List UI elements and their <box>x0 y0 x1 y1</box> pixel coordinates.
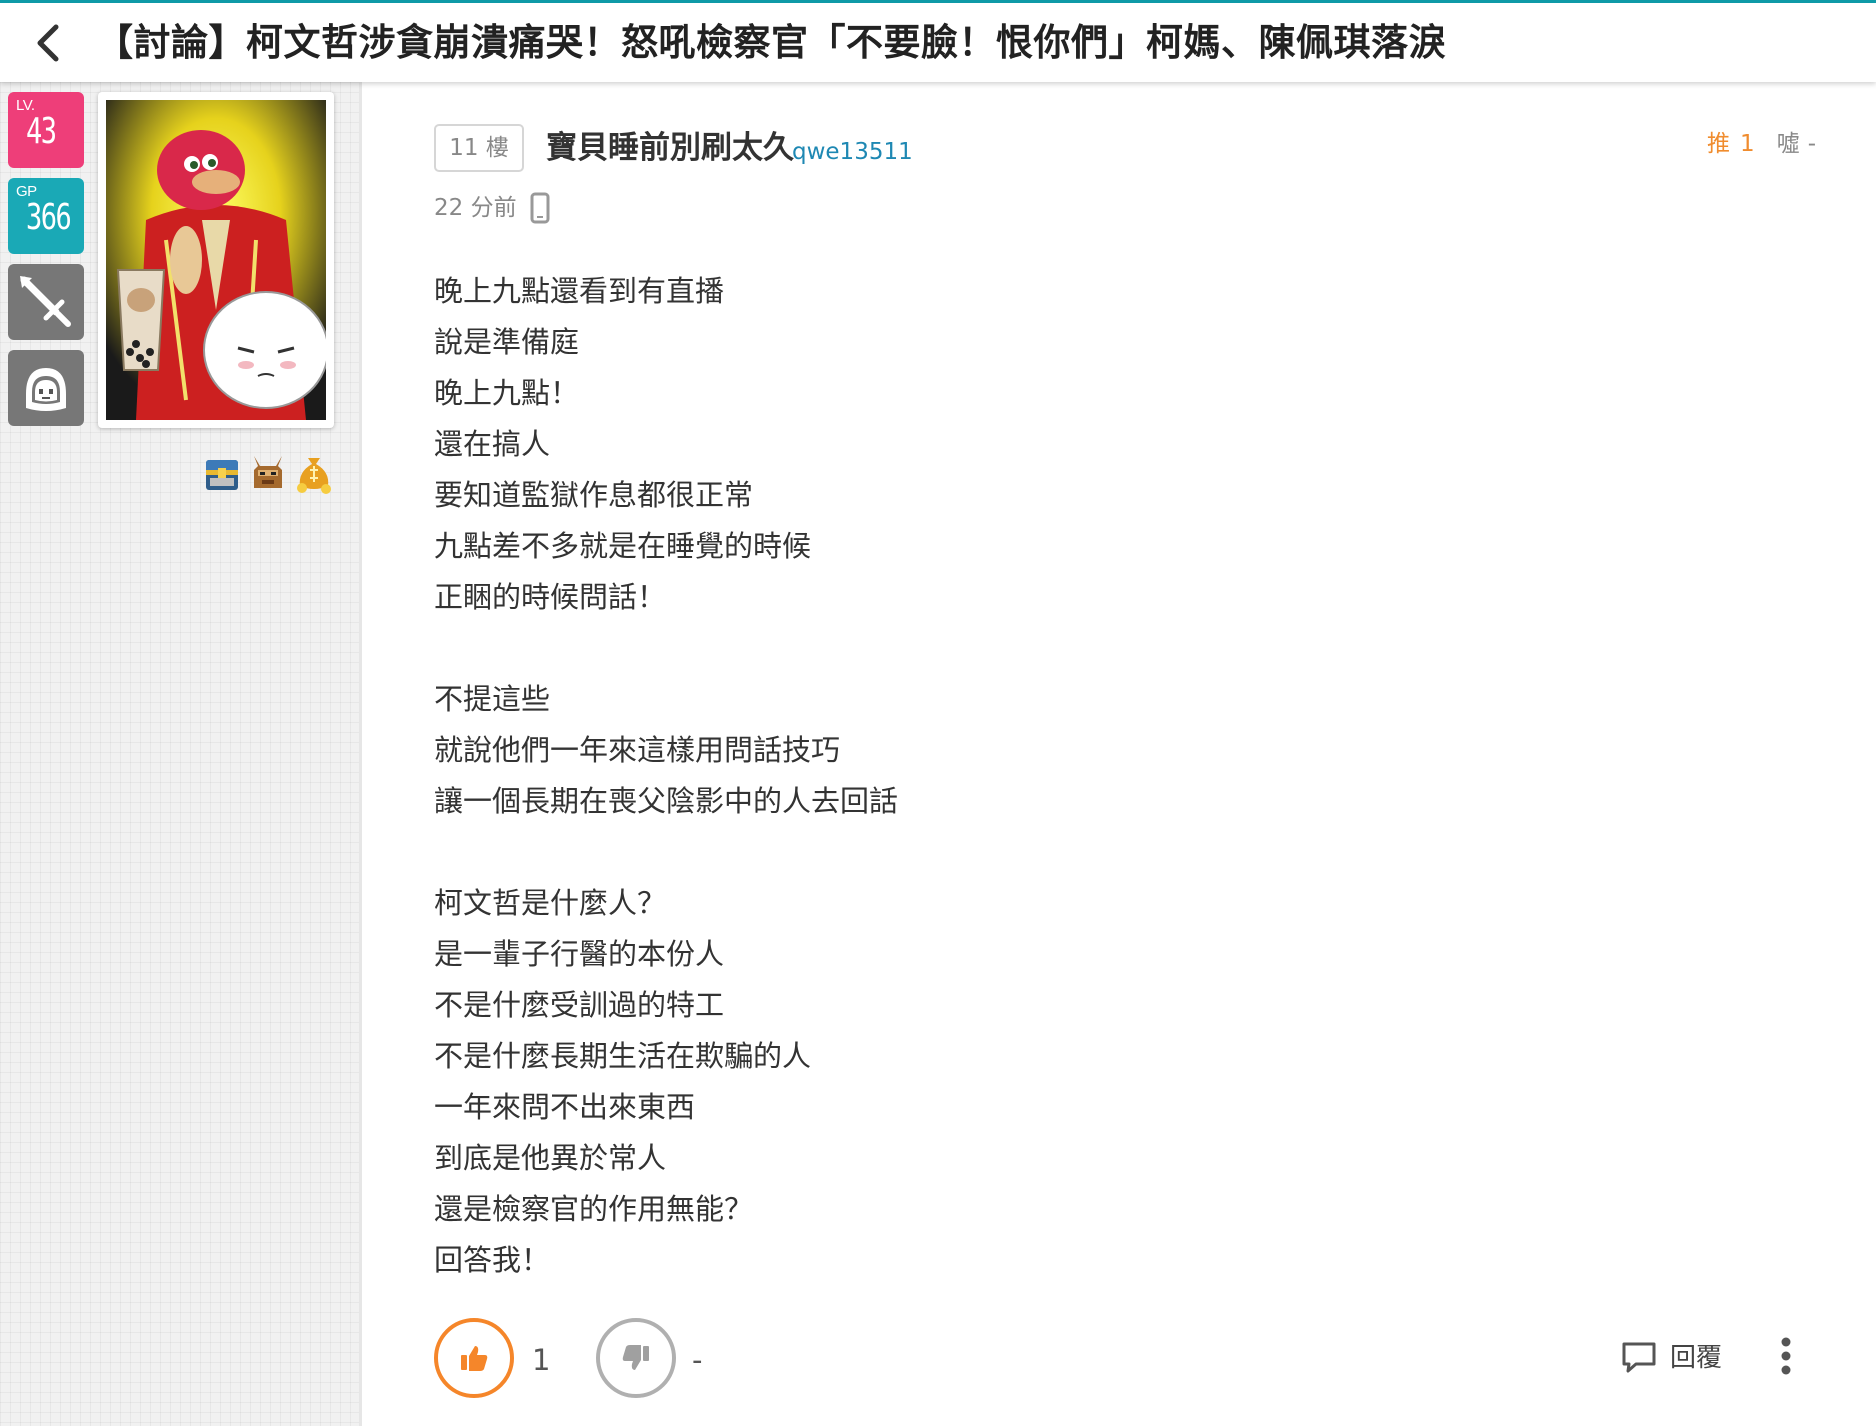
post-text-line: 不是什麼長期生活在欺騙的人 <box>434 1039 812 1073</box>
character-face-icon <box>26 368 66 411</box>
vote-summary: 推1噓- <box>1707 124 1816 164</box>
like-count: 1 <box>532 1343 551 1377</box>
top-bar: 【討論】柯文哲涉貪崩潰痛哭！怒吼檢察官「不要臉！恨你們」柯媽、陳佩琪落淚 <box>0 0 1876 82</box>
mobile-phone-icon <box>530 192 550 224</box>
dislike-button[interactable] <box>596 1318 676 1398</box>
back-button[interactable] <box>28 19 68 67</box>
author-sidebar: LV. 43 GP 366 <box>0 82 362 1426</box>
horned-mask-icon[interactable] <box>248 452 288 494</box>
gold-bag-icon[interactable] <box>294 452 334 494</box>
post-text-line: 柯文哲是什麼人？ <box>434 886 667 920</box>
post-text-line: 還是檢察官的作用無能？ <box>434 1192 754 1226</box>
job-badge[interactable] <box>8 264 84 340</box>
floor-badge[interactable]: 11 樓 <box>434 124 524 172</box>
post-text-line: 要知道監獄作息都很正常 <box>434 478 754 512</box>
speech-bubble-icon <box>1622 1342 1656 1373</box>
post-text-line: 到底是他異於常人 <box>434 1141 667 1175</box>
author-id-link[interactable]: qwe13511 <box>792 132 913 172</box>
sword-icon <box>20 276 71 327</box>
post-text-line: 還在搞人 <box>434 427 551 461</box>
more-options-button[interactable] <box>1774 1334 1798 1378</box>
thumbs-down-icon <box>622 1345 649 1370</box>
post-text-line: 是一輩子行醫的本份人 <box>434 937 725 971</box>
post-text-line: 一年來問不出來東西 <box>434 1090 696 1124</box>
thread-title: 【討論】柯文哲涉貪崩潰痛哭！怒吼檢察官「不要臉！恨你們」柯媽、陳佩琪落淚 <box>96 21 1446 64</box>
push-label[interactable]: 推 <box>1707 131 1730 157</box>
avatar <box>106 100 326 420</box>
achievement-icons <box>202 452 338 496</box>
post-text-line: 正睏的時候問話！ <box>434 580 667 614</box>
post-text-line: 不提這些 <box>434 682 551 716</box>
level-badge: LV. 43 <box>8 92 84 168</box>
post-text-line: 晚上九點還看到有直播 <box>434 274 725 308</box>
push-count: 1 <box>1740 131 1755 157</box>
reply-label: 回覆 <box>1670 1343 1723 1373</box>
chevron-left-icon <box>37 24 59 62</box>
post-text-line: 就說他們一年來這樣用問話技巧 <box>434 733 841 767</box>
avatar-card[interactable] <box>98 92 334 428</box>
post-body: 晚上九點還看到有直播 說是準備庭晚上九點！ 還在搞人要知道監獄作息都很正常九點差不多… <box>434 266 1734 1286</box>
gp-badge: GP 366 <box>8 178 84 254</box>
post-card: 11 樓 寶貝睡前別刷太久 qwe13511 推1噓- 22 分前 晚上九點還看… <box>362 82 1876 1426</box>
post-text-line: 讓一個長期在喪父陰影中的人去回話 <box>434 784 899 818</box>
boo-label[interactable]: 噓 <box>1777 131 1800 157</box>
character-badge[interactable] <box>8 350 84 426</box>
post-text-line: 回答我！ <box>434 1243 551 1277</box>
author-nickname[interactable]: 寶貝睡前別刷太久 <box>546 126 794 170</box>
treasure-chest-icon[interactable] <box>202 452 242 494</box>
more-vertical-icon <box>1781 1337 1791 1375</box>
post-text-line: 九點差不多就是在睡覺的時候 <box>434 529 812 563</box>
dislike-count: - <box>692 1343 703 1377</box>
like-button[interactable] <box>434 1318 514 1398</box>
post-text-line: 說是準備庭 <box>434 325 580 359</box>
post-text-line: 不是什麼受訓過的特工 <box>434 988 725 1022</box>
gp-value: 366 <box>26 197 72 238</box>
level-value: 43 <box>26 111 57 152</box>
post-text-line: 晚上九點！ <box>434 376 580 410</box>
thumbs-up-icon <box>461 1346 488 1371</box>
post-time: 22 分前 <box>434 195 517 221</box>
boo-count: - <box>1807 131 1816 157</box>
